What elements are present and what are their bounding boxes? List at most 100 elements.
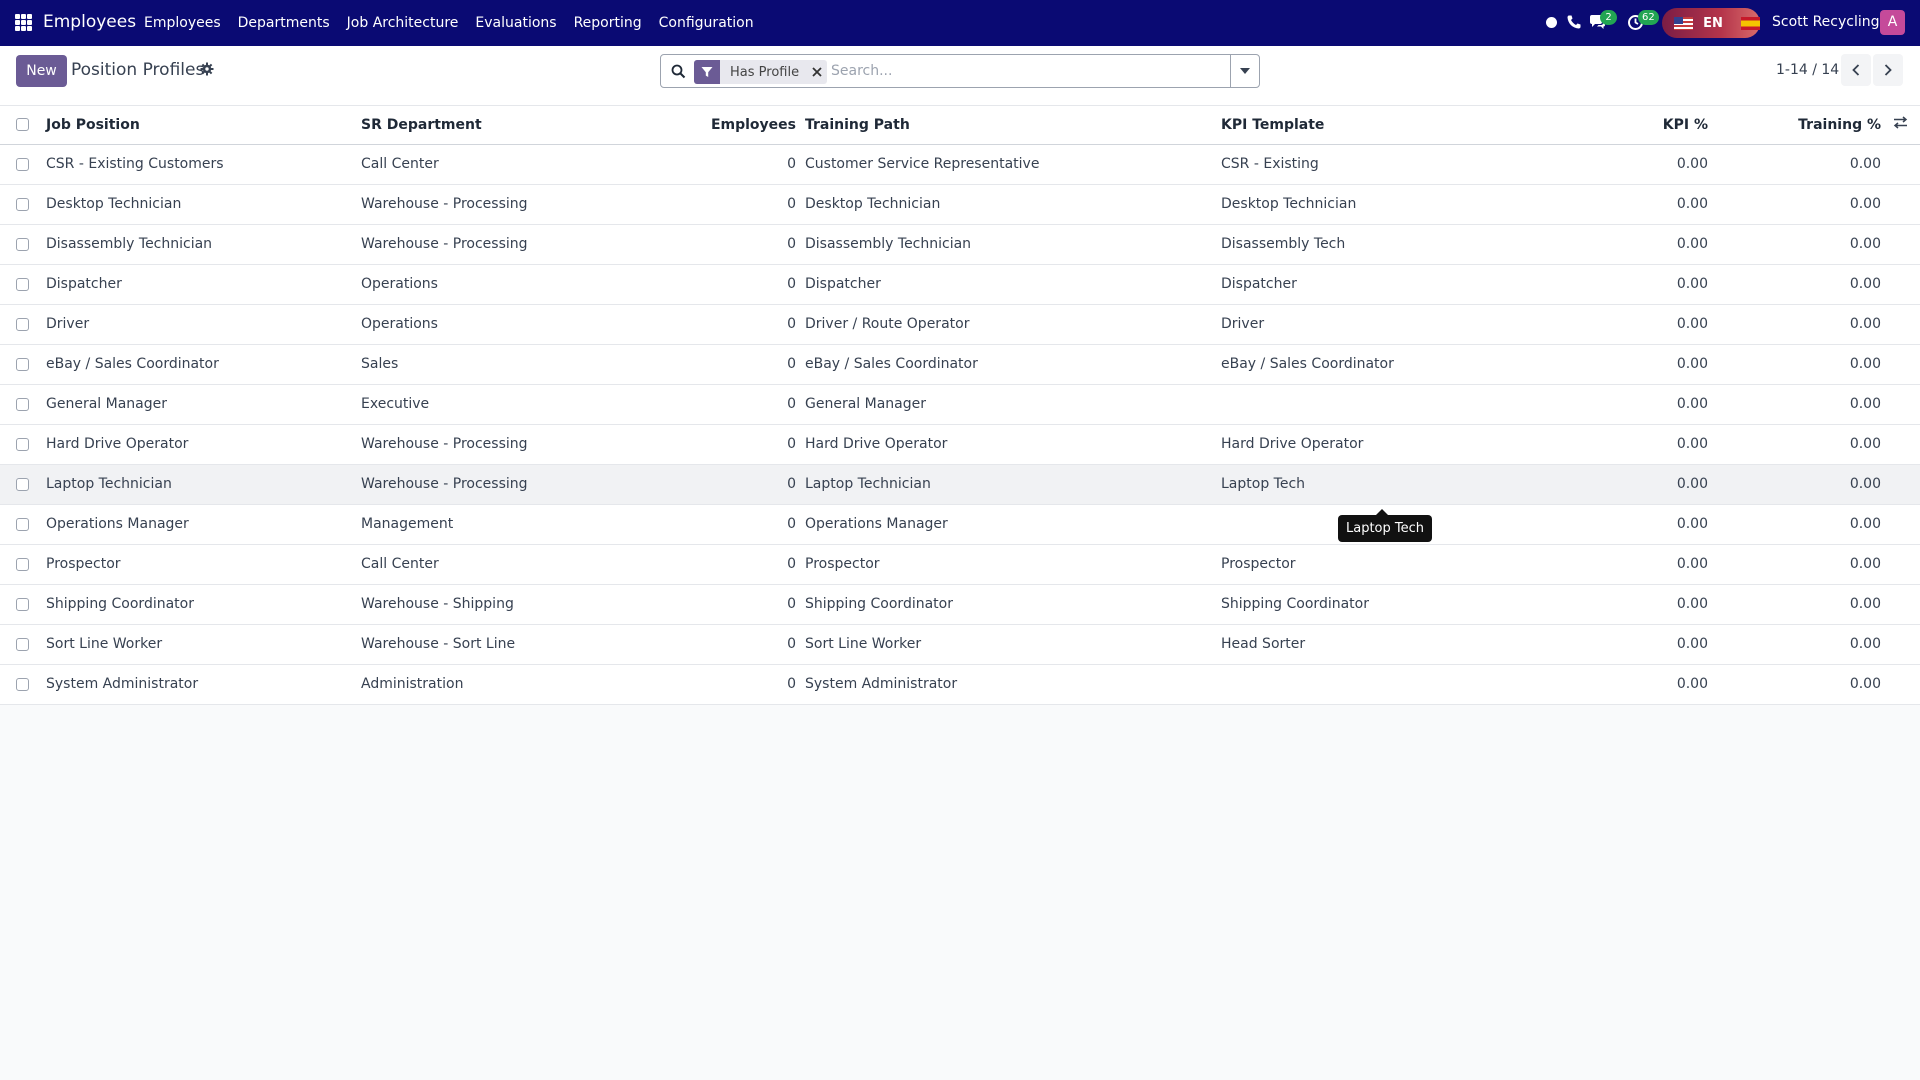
cell-training-percent: 0.00	[1849, 196, 1881, 212]
gear-icon[interactable]	[200, 62, 214, 76]
table-row[interactable]: Hard Drive Operator Warehouse - Processin…	[0, 424, 1920, 464]
search-bar: Has Profile	[660, 54, 1260, 88]
menu-departments[interactable]: Departments	[238, 15, 330, 31]
column-header-sr-department[interactable]: SR Department	[361, 106, 676, 144]
row-checkbox[interactable]	[16, 397, 29, 411]
row-checkbox[interactable]	[16, 237, 29, 251]
cell-kpi-percent: 0.00	[1676, 556, 1708, 572]
app-name[interactable]: Employees	[43, 12, 136, 32]
row-checkbox[interactable]	[16, 477, 29, 491]
cell-employees: 0	[787, 356, 796, 372]
row-checkbox[interactable]	[16, 197, 29, 211]
cell-employees: 0	[787, 676, 796, 692]
cell-training-path: Hard Drive Operator	[805, 436, 948, 452]
row-checkbox[interactable]	[16, 557, 29, 571]
cell-training-path: Desktop Technician	[805, 196, 941, 212]
us-flag-icon	[1674, 16, 1694, 30]
row-checkbox[interactable]	[16, 277, 29, 291]
pager-value[interactable]: 1-14 / 14	[1776, 62, 1839, 78]
cell-employees: 0	[787, 236, 796, 252]
menu-reporting[interactable]: Reporting	[574, 15, 642, 31]
table-row[interactable]: System Administrator Administration 0 Syste…	[0, 664, 1920, 704]
row-checkbox[interactable]	[16, 637, 29, 651]
menu-job-architecture[interactable]: Job Architecture	[347, 15, 459, 31]
table-row[interactable]: Dispatcher Operations 0 Dispatcher Dispatche…	[0, 264, 1920, 304]
cell-training-path: Prospector	[805, 556, 880, 572]
chevron-left-icon	[1852, 64, 1860, 76]
table-row[interactable]: Laptop Technician Warehouse - Processing 0…	[0, 464, 1920, 504]
cell-kpi-percent: 0.00	[1676, 156, 1708, 172]
filter-facet-label: Has Profile	[730, 64, 800, 80]
company-switcher[interactable]: Scott Recycling	[1772, 14, 1880, 30]
column-header-employees[interactable]: Employees	[676, 106, 805, 144]
cell-job-position: eBay / Sales Coordinator	[46, 356, 219, 372]
select-all-checkbox[interactable]	[16, 118, 29, 132]
cell-sr-department: Call Center	[361, 556, 439, 572]
cell-kpi-template: Head Sorter	[1221, 636, 1306, 652]
row-checkbox[interactable]	[16, 517, 29, 531]
row-checkbox[interactable]	[16, 437, 29, 451]
menu-configuration[interactable]: Configuration	[659, 15, 754, 31]
row-checkbox[interactable]	[16, 157, 29, 171]
tooltip: Laptop Tech	[1338, 509, 1433, 542]
cell-job-position: Laptop Technician	[46, 476, 172, 492]
cell-training-path: Dispatcher	[805, 276, 881, 292]
row-checkbox[interactable]	[16, 677, 29, 691]
cell-employees: 0	[787, 436, 796, 452]
column-header-training-percent[interactable]: Training %	[1708, 106, 1881, 144]
column-header-job-position[interactable]: Job Position	[46, 106, 361, 144]
row-checkbox[interactable]	[16, 357, 29, 371]
cell-employees: 0	[787, 476, 796, 492]
search-options-toggle[interactable]	[1230, 55, 1259, 87]
cell-employees: 0	[787, 396, 796, 412]
cell-kpi-percent: 0.00	[1676, 676, 1708, 692]
row-checkbox[interactable]	[16, 597, 29, 611]
cell-employees: 0	[787, 196, 796, 212]
cell-sr-department: Warehouse - Sort Line	[361, 636, 516, 652]
table-row[interactable]: Desktop Technician Warehouse - Processing…	[0, 184, 1920, 224]
cell-training-percent: 0.00	[1849, 476, 1881, 492]
optional-columns-cell	[1881, 106, 1920, 144]
status-dot-icon[interactable]	[1546, 17, 1557, 28]
app-grid-icon[interactable]	[15, 14, 32, 31]
cell-kpi-template	[1221, 384, 1521, 424]
column-header-training-path[interactable]: Training Path	[805, 106, 1221, 144]
menu-employees[interactable]: Employees	[144, 15, 221, 31]
cell-job-position: Prospector	[46, 556, 121, 572]
table-row[interactable]: Driver Operations 0 Driver / Route Operator…	[0, 304, 1920, 344]
cell-training-path: Laptop Technician	[805, 476, 931, 492]
column-settings-icon[interactable]	[1893, 116, 1908, 129]
chat-count-badge: 2	[1600, 10, 1617, 25]
cell-kpi-template: Driver	[1221, 316, 1265, 332]
cell-kpi-percent: 0.00	[1676, 396, 1708, 412]
search-input[interactable]	[831, 56, 1211, 86]
table-row[interactable]: Disassembly Technician Warehouse - Proces…	[0, 224, 1920, 264]
cell-kpi-percent: 0.00	[1676, 636, 1708, 652]
language-code: EN	[1703, 15, 1723, 31]
table-row[interactable]: eBay / Sales Coordinator Sales 0 eBay / Sal…	[0, 344, 1920, 384]
phone-icon[interactable]	[1566, 14, 1582, 30]
cell-training-path: Shipping Coordinator	[805, 596, 953, 612]
menu-evaluations[interactable]: Evaluations	[475, 15, 556, 31]
column-header-kpi-template[interactable]: KPI Template	[1221, 106, 1521, 144]
row-checkbox[interactable]	[16, 317, 29, 331]
cell-training-path: General Manager	[805, 396, 926, 412]
table-row[interactable]: General Manager Executive 0 General Manager…	[0, 384, 1920, 424]
pager-next-button[interactable]	[1873, 54, 1903, 86]
column-header-kpi-percent[interactable]: KPI %	[1521, 106, 1708, 144]
cell-kpi-percent: 0.00	[1676, 316, 1708, 332]
table-row[interactable]: Shipping Coordinator Warehouse - Shipping…	[0, 584, 1920, 624]
facet-remove-icon[interactable]	[807, 60, 827, 84]
table-row[interactable]: Operations Manager Management 0 Operations …	[0, 504, 1920, 544]
table-row[interactable]: Prospector Call Center 0 Prospector Prospect…	[0, 544, 1920, 584]
table-row[interactable]: Sort Line Worker Warehouse - Sort Line 0 So…	[0, 624, 1920, 664]
cell-kpi-percent: 0.00	[1676, 436, 1708, 452]
pager-previous-button[interactable]	[1841, 54, 1871, 86]
cell-kpi-template: Dispatcher	[1221, 276, 1297, 292]
user-avatar[interactable]: A	[1880, 10, 1905, 35]
cell-kpi-template: Prospector	[1221, 556, 1296, 572]
language-switcher[interactable]: EN	[1662, 8, 1760, 38]
new-button[interactable]: New	[16, 55, 67, 87]
cell-training-percent: 0.00	[1849, 356, 1881, 372]
table-row[interactable]: CSR - Existing Customers Call Center 0 Cust…	[0, 144, 1920, 184]
